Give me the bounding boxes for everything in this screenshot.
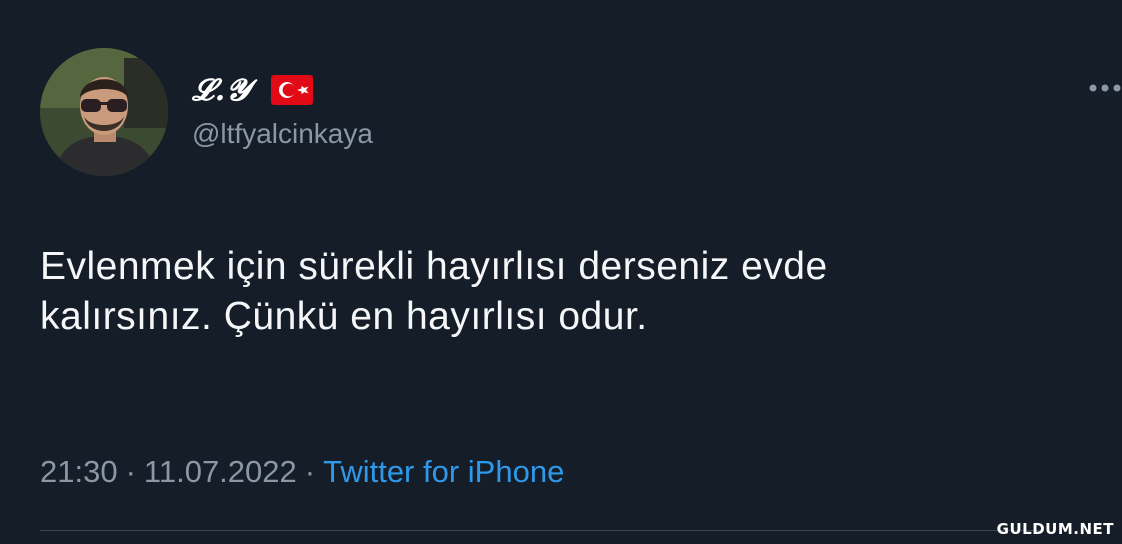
- divider: [40, 530, 1040, 531]
- tweet-date[interactable]: 11.07.2022: [144, 454, 297, 489]
- tweet-time[interactable]: 21:30: [40, 454, 118, 489]
- tweet-meta: 21:30 · 11.07.2022 · Twitter for iPhone: [40, 454, 564, 490]
- watermark: GULDUM.NET: [996, 520, 1114, 538]
- meta-separator: ·: [125, 454, 136, 489]
- more-options-icon[interactable]: [1088, 80, 1122, 96]
- meta-separator: ·: [304, 454, 316, 489]
- avatar[interactable]: [40, 48, 168, 176]
- display-name[interactable]: 𝓛.𝓨: [192, 73, 251, 108]
- user-handle[interactable]: @ltfyalcinkaya: [192, 118, 373, 150]
- turkey-flag-icon: [270, 75, 313, 105]
- tweet-card: 𝓛.𝓨 @ltfyalcinkaya Evlenmek için sürekli…: [0, 0, 1122, 544]
- tweet-source-link[interactable]: Twitter for iPhone: [323, 454, 564, 489]
- tweet-text: Evlenmek için sürekli hayırlısı derseniz…: [40, 245, 828, 338]
- display-name-row: 𝓛.𝓨: [192, 70, 313, 110]
- avatar-image: [40, 48, 168, 176]
